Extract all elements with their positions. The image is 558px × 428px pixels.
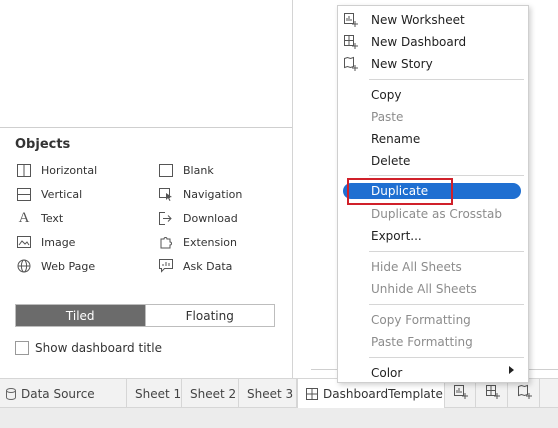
image-icon [15,234,33,250]
object-horizontal[interactable]: Horizontal [15,161,97,179]
object-text[interactable]: A Text [15,209,64,227]
new-dashboard-icon [485,384,501,403]
object-download[interactable]: Download [157,209,238,227]
menu-paste-formatting[interactable]: Paste Formatting [338,332,528,352]
menu-separator [369,175,524,176]
menu-item-label: Delete [371,154,411,168]
menu-item-label: Paste [371,110,404,124]
show-dashboard-title-checkbox[interactable] [15,341,29,355]
menu-item-label: New Story [371,57,433,71]
object-navigation[interactable]: Navigation [157,185,242,203]
object-label: Horizontal [41,163,98,177]
menu-item-label: Paste Formatting [371,335,473,349]
menu-item-label: Color [371,366,403,380]
menu-unhide-all-sheets[interactable]: Unhide All Sheets [338,279,528,299]
tab-dashboard-template[interactable]: DashboardTemplate [297,379,445,409]
tab-label: DashboardTemplate [323,387,443,401]
object-label: Web Page [41,259,96,273]
object-label: Ask Data [183,259,233,273]
menu-item-label: Copy Formatting [371,313,471,327]
object-image[interactable]: Image [15,233,75,251]
show-dashboard-title-row[interactable]: Show dashboard title [15,341,162,355]
menu-item-label: New Worksheet [371,13,465,27]
tab-data-source[interactable]: Data Source [0,379,127,408]
menu-item-label: Unhide All Sheets [371,282,477,296]
status-bar [0,408,558,428]
tab-label: Data Source [21,386,95,401]
object-extension[interactable]: Extension [157,233,237,251]
text-icon: A [18,209,30,226]
menu-separator [369,357,524,358]
tab-sheet-2[interactable]: Sheet 2 [182,379,239,408]
new-story-tab-button[interactable] [510,379,540,408]
object-label: Blank [183,163,214,177]
web-page-icon [15,258,33,274]
object-vertical[interactable]: Vertical [15,185,82,203]
tab-sheet-1[interactable]: Sheet 1 [127,379,182,408]
side-panel-top-area [0,0,292,128]
object-label: Extension [183,235,238,249]
menu-duplicate-as-crosstab[interactable]: Duplicate as Crosstab [338,204,528,224]
extension-icon [157,234,175,250]
download-icon [157,210,175,226]
menu-new-story[interactable]: New Story [338,54,528,74]
new-story-icon [517,384,533,403]
menu-export[interactable]: Export... [338,226,528,246]
new-worksheet-tab-button[interactable] [446,379,476,408]
object-label: Download [183,211,238,225]
menu-hide-all-sheets[interactable]: Hide All Sheets [338,257,528,277]
new-worksheet-icon [343,12,359,28]
menu-new-dashboard[interactable]: New Dashboard [338,32,528,52]
submenu-arrow-icon [509,366,514,374]
menu-delete[interactable]: Delete [338,151,528,171]
show-dashboard-title-label: Show dashboard title [35,341,162,355]
menu-separator [369,251,524,252]
tab-label: Sheet 2 [190,386,237,401]
menu-separator [369,304,524,305]
floating-button[interactable]: Floating [144,305,274,326]
object-blank[interactable]: Blank [157,161,214,179]
horizontal-layout-icon [15,162,33,178]
object-label: Image [41,235,76,249]
navigation-icon [157,186,175,202]
menu-rename[interactable]: Rename [338,129,528,149]
menu-copy-formatting[interactable]: Copy Formatting [338,310,528,330]
dashboard-icon [306,388,318,400]
new-dashboard-tab-button[interactable] [478,379,508,408]
object-ask-data[interactable]: Ask Data [157,257,232,275]
menu-item-label: Copy [371,88,402,102]
annotation-highlight-box [347,178,453,205]
blank-icon [157,162,175,178]
tiled-button[interactable]: Tiled [16,305,145,326]
menu-copy[interactable]: Copy [338,85,528,105]
object-label: Text [41,211,64,225]
menu-item-label: Duplicate as Crosstab [371,207,502,221]
tab-label: Sheet 1 [135,386,182,401]
database-icon [6,387,16,400]
new-dashboard-icon [343,34,359,50]
object-web-page[interactable]: Web Page [15,257,95,275]
ask-data-icon [157,258,175,274]
tab-label: Sheet 3 [247,386,294,401]
menu-item-label: Rename [371,132,421,146]
menu-new-worksheet[interactable]: New Worksheet [338,10,528,30]
menu-separator [369,79,524,80]
new-worksheet-icon [453,384,469,403]
object-label: Vertical [41,187,83,201]
menu-item-label: Hide All Sheets [371,260,462,274]
layout-mode-toggle: Tiled Floating [15,304,275,327]
new-story-icon [343,56,359,72]
objects-section-title: Objects [15,137,71,152]
menu-item-label: Export... [371,229,422,243]
menu-item-label: New Dashboard [371,35,467,49]
object-label: Navigation [183,187,243,201]
tab-sheet-3[interactable]: Sheet 3 [239,379,297,408]
menu-paste[interactable]: Paste [338,107,528,127]
vertical-layout-icon [15,186,33,202]
menu-color[interactable]: Color [338,363,528,383]
